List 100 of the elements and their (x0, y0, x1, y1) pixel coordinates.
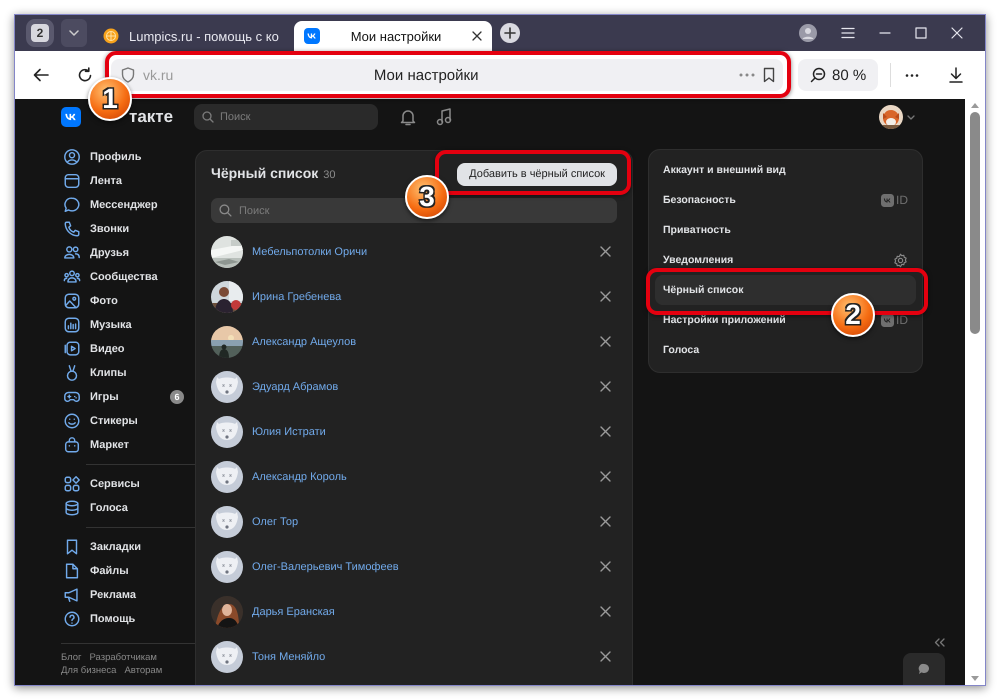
user-name-link[interactable]: Олег-Валерьевич Тимофеев (252, 560, 399, 572)
settings-menu-item[interactable]: Чёрный список (663, 284, 744, 296)
caret-icon[interactable] (907, 114, 915, 120)
user-name-link[interactable]: Дарья Еранская (252, 606, 335, 618)
nav-item[interactable]: Закладки (61, 535, 195, 559)
tab-title: Мои настройки (350, 28, 442, 44)
id-label: ID (896, 193, 908, 207)
chat-button[interactable] (903, 653, 945, 685)
user-name-link[interactable]: Юлия Истрати (252, 426, 326, 438)
avatar-icon[interactable] (211, 370, 243, 402)
nav-item[interactable]: Клипы (61, 361, 195, 385)
nav-item[interactable]: Помощь (61, 607, 195, 631)
remove-icon[interactable] (600, 471, 611, 482)
feed-icon (63, 172, 81, 190)
user-name-link[interactable]: Александр Ащеулов (252, 336, 356, 348)
nav-item[interactable]: Профиль (61, 145, 195, 169)
nav-item[interactable]: Звонки (61, 217, 195, 241)
footer-link[interactable]: Блог (61, 652, 82, 663)
user-name-link[interactable]: Тоня Меняйло (252, 650, 326, 662)
avatar-icon[interactable] (211, 460, 243, 492)
profile-icon[interactable] (799, 24, 817, 42)
nav-item[interactable]: Фото (61, 289, 195, 313)
more-icon[interactable] (905, 74, 920, 76)
tab-count-button[interactable]: 2 (31, 24, 49, 42)
zoom-button[interactable]: 80 % (798, 59, 878, 91)
phone-icon (63, 220, 81, 238)
footer-link[interactable]: Разработчикам (90, 652, 157, 663)
browser-tab[interactable]: Мои настройки (294, 21, 492, 51)
download-icon[interactable] (949, 67, 964, 83)
remove-icon[interactable] (600, 291, 611, 302)
chat-bubble-icon (918, 663, 930, 675)
nav-item[interactable]: Маркет (61, 433, 195, 457)
user-name-link[interactable]: Олег Тор (252, 516, 298, 528)
help-icon (63, 610, 81, 628)
close-icon[interactable] (472, 31, 482, 41)
scroll-up-icon (971, 103, 979, 108)
nav-item[interactable]: Лента (61, 169, 195, 193)
settings-menu-item[interactable]: Приватность (663, 224, 731, 236)
tab-list-button[interactable] (61, 19, 87, 47)
search-icon (219, 204, 232, 217)
back-icon[interactable] (33, 68, 49, 82)
bookmark-icon[interactable] (763, 67, 775, 83)
footer-link[interactable]: Авторам (124, 665, 162, 676)
maximize-icon[interactable] (915, 27, 927, 39)
logo-text: такте (129, 107, 174, 127)
bell-icon[interactable] (400, 108, 416, 126)
remove-icon[interactable] (600, 336, 611, 347)
nav-item[interactable]: Файлы (61, 559, 195, 583)
settings-menu-item[interactable]: Уведомления (663, 254, 734, 266)
page-title: Мои настройки (372, 66, 480, 84)
nav-item[interactable]: Сообщества (61, 265, 195, 289)
remove-icon[interactable] (600, 426, 611, 437)
settings-menu-item[interactable]: Безопасность (663, 194, 736, 206)
avatar-icon[interactable] (211, 416, 243, 448)
tab-title: Lumpics.ru - помощь с ко (129, 28, 280, 44)
nav-item[interactable]: Игры 6 (61, 385, 195, 409)
nav-item[interactable]: Голоса (61, 496, 195, 520)
remove-icon[interactable] (600, 606, 611, 617)
footer-link[interactable]: Для бизнеса (61, 665, 116, 676)
bag-icon (63, 436, 81, 454)
vk-logo-icon[interactable] (61, 107, 81, 127)
add-to-blacklist-button[interactable]: Добавить в чёрный список (457, 162, 617, 186)
settings-menu-item[interactable]: Настройки приложений (663, 314, 786, 326)
user-name-link[interactable]: Мебельпотолки Оричи (252, 246, 368, 258)
avatar-icon[interactable] (211, 550, 243, 582)
new-tab-icon[interactable] (500, 23, 520, 43)
remove-icon[interactable] (600, 561, 611, 572)
user-name-link[interactable]: Ирина Гребенева (252, 290, 342, 302)
grid-icon (63, 475, 81, 493)
profile-icon (63, 148, 81, 166)
nav-item[interactable]: Видео (61, 337, 195, 361)
nav-item[interactable]: Сервисы (61, 472, 195, 496)
settings-icon[interactable] (893, 252, 908, 268)
music-note-icon[interactable] (436, 108, 452, 126)
settings-menu-item[interactable]: Аккаунт и внешний вид (663, 164, 786, 176)
scrollbar-thumb[interactable] (970, 112, 980, 334)
menu-icon[interactable] (841, 27, 855, 39)
user-name-link[interactable]: Александр Король (252, 470, 347, 482)
vk-logo-icon (304, 28, 320, 44)
remove-icon[interactable] (600, 246, 611, 257)
caret-icon (69, 30, 79, 36)
remove-icon[interactable] (600, 516, 611, 527)
remove-icon[interactable] (600, 381, 611, 392)
nav-item[interactable]: Реклама (61, 583, 195, 607)
collapse-icon[interactable] (934, 638, 945, 647)
remove-icon[interactable] (600, 651, 611, 662)
smiley-icon (63, 412, 81, 430)
nav-item[interactable]: Мессенджер (61, 193, 195, 217)
file-icon (63, 562, 81, 580)
nav-item[interactable]: Друзья (61, 241, 195, 265)
avatar-icon[interactable] (211, 640, 243, 672)
settings-menu-item[interactable]: Голоса (663, 344, 700, 356)
scrollbar[interactable] (965, 99, 985, 685)
reload-icon[interactable] (77, 67, 93, 83)
nav-item[interactable]: Стикеры (61, 409, 195, 433)
avatar-icon[interactable] (211, 506, 243, 538)
user-name-link[interactable]: Эдуард Абрамов (252, 380, 338, 392)
browser-tab[interactable]: Lumpics.ru - помощь с ко (93, 21, 291, 51)
nav-item[interactable]: Музыка (61, 313, 195, 337)
image-icon (63, 292, 81, 310)
